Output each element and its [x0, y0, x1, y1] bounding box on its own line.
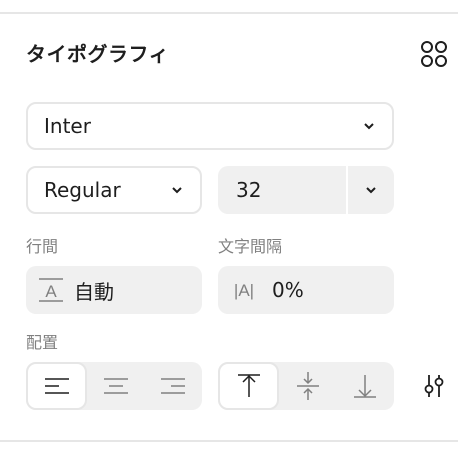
- line-height-field[interactable]: A 自動: [26, 266, 202, 314]
- horizontal-alignment-group: [26, 362, 202, 410]
- line-height-icon: A: [36, 275, 66, 305]
- align-left-button[interactable]: [26, 362, 88, 410]
- align-right-button[interactable]: [145, 362, 202, 410]
- font-size-input[interactable]: 32: [218, 178, 346, 202]
- panel-title: タイポグラフィ: [26, 42, 170, 66]
- bottom-divider: [0, 440, 458, 442]
- align-center-icon: [103, 378, 128, 394]
- align-top-icon: [237, 374, 260, 397]
- letter-spacing-value: 0%: [272, 278, 304, 302]
- align-center-button[interactable]: [87, 362, 144, 410]
- vertical-alignment-group: [218, 362, 394, 410]
- align-bottom-icon: [354, 375, 377, 398]
- chevron-down-icon: [170, 185, 184, 195]
- alignment-label: 配置: [26, 333, 59, 352]
- top-divider: [0, 12, 458, 14]
- align-right-icon: [161, 378, 186, 394]
- text-styles-button[interactable]: [418, 38, 450, 70]
- align-bottom-button[interactable]: [337, 362, 394, 410]
- align-top-button[interactable]: [218, 362, 280, 410]
- letter-spacing-field[interactable]: |A| 0%: [218, 266, 394, 314]
- line-height-value: 自動: [74, 279, 114, 304]
- four-dots-icon: [421, 41, 447, 67]
- font-family-dropdown[interactable]: Inter: [26, 102, 394, 150]
- font-size-field: 32: [218, 166, 394, 214]
- chevron-down-icon: [362, 121, 376, 131]
- line-height-label: 行間: [26, 237, 59, 256]
- svg-text:A: A: [45, 282, 57, 301]
- sliders-icon: [424, 375, 444, 397]
- letter-spacing-label: 文字間隔: [218, 237, 283, 256]
- svg-text:|A|: |A|: [234, 281, 254, 300]
- align-middle-icon: [296, 372, 319, 400]
- font-size-dropdown-button[interactable]: [348, 166, 394, 214]
- align-left-icon: [44, 378, 69, 394]
- chevron-down-icon: [366, 187, 376, 194]
- align-middle-button[interactable]: [279, 362, 336, 410]
- font-weight-value: Regular: [44, 178, 121, 202]
- font-weight-dropdown[interactable]: Regular: [26, 166, 202, 214]
- letter-spacing-icon: |A|: [224, 275, 264, 305]
- type-settings-button[interactable]: [418, 370, 450, 402]
- font-family-value: Inter: [44, 114, 91, 138]
